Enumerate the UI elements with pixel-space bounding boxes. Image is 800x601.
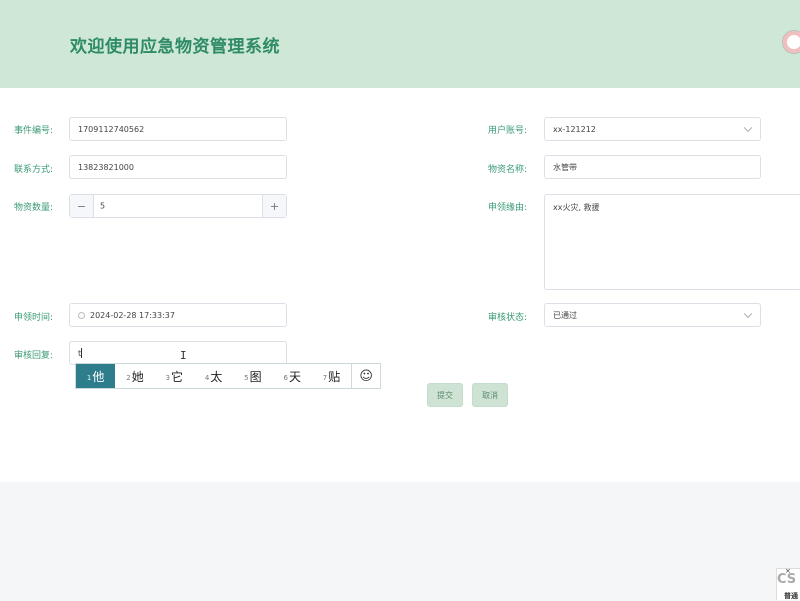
- material-name-label: 物资名称:: [488, 165, 528, 175]
- ibeam-cursor-icon: I: [180, 349, 187, 362]
- material-name-value: 水管带: [553, 162, 577, 172]
- apply-time-picker[interactable]: 2024-02-28 17:33:37: [69, 303, 287, 327]
- text-caret: [81, 348, 83, 358]
- ime-candidate[interactable]: 2她: [115, 364, 154, 388]
- submit-button[interactable]: 提交: [427, 383, 463, 407]
- avatar[interactable]: [782, 30, 800, 54]
- contact-input[interactable]: 13823821000: [69, 155, 287, 179]
- reason-label: 申领缘由:: [488, 203, 528, 213]
- ime-candidate[interactable]: 4太: [194, 364, 233, 388]
- ime-candidate-bar: 1他 2她 3它 4太 5图 6天 7贴 ☺: [75, 363, 381, 389]
- cancel-button[interactable]: 取消: [472, 383, 508, 407]
- event-no-input[interactable]: 1709112740562: [69, 117, 287, 141]
- emoji-icon[interactable]: ☺: [351, 364, 380, 388]
- review-reply-label: 审核回复:: [14, 351, 54, 361]
- ime-candidate[interactable]: 5图: [233, 364, 272, 388]
- review-status-select[interactable]: 已通过: [544, 303, 761, 327]
- reason-textarea[interactable]: xx火灾, 救援: [544, 194, 800, 290]
- user-account-value: xx-121212: [553, 124, 596, 134]
- apply-time-label: 申领时间:: [14, 313, 54, 323]
- user-account-label: 用户账号:: [488, 126, 528, 136]
- ime-candidate[interactable]: 3它: [155, 364, 194, 388]
- quantity-value: 5: [100, 201, 106, 211]
- contact-label: 联系方式:: [14, 165, 54, 175]
- ime-status-widget[interactable]: × CS 普通: [776, 567, 800, 600]
- review-status-value: 已通过: [553, 310, 577, 320]
- reason-value: xx火灾, 救援: [553, 203, 600, 212]
- clock-icon: [78, 311, 85, 319]
- event-no-value: 1709112740562: [78, 124, 145, 134]
- contact-value: 13823821000: [78, 162, 134, 172]
- ime-candidate[interactable]: 6天: [273, 364, 312, 388]
- ime-candidate[interactable]: 1他: [76, 364, 116, 388]
- event-no-label: 事件编号:: [14, 126, 54, 136]
- quantity-stepper[interactable]: − 5 +: [69, 194, 287, 218]
- apply-time-value: 2024-02-28 17:33:37: [90, 310, 175, 320]
- user-account-select[interactable]: xx-121212: [544, 117, 761, 141]
- material-name-input[interactable]: 水管带: [544, 155, 761, 179]
- chevron-down-icon: [743, 123, 753, 133]
- widget-logo: CS: [777, 572, 797, 587]
- ime-candidate[interactable]: 7贴: [312, 364, 351, 388]
- page-title: 欢迎使用应急物资管理系统: [70, 37, 280, 57]
- decrement-button[interactable]: −: [70, 195, 94, 217]
- chevron-down-icon: [743, 309, 753, 319]
- review-reply-input[interactable]: t: [69, 341, 287, 365]
- quantity-label: 物资数量:: [14, 203, 54, 213]
- increment-button[interactable]: +: [262, 195, 286, 217]
- header-bar: 欢迎使用应急物资管理系统: [0, 0, 800, 88]
- review-status-label: 审核状态:: [488, 313, 528, 323]
